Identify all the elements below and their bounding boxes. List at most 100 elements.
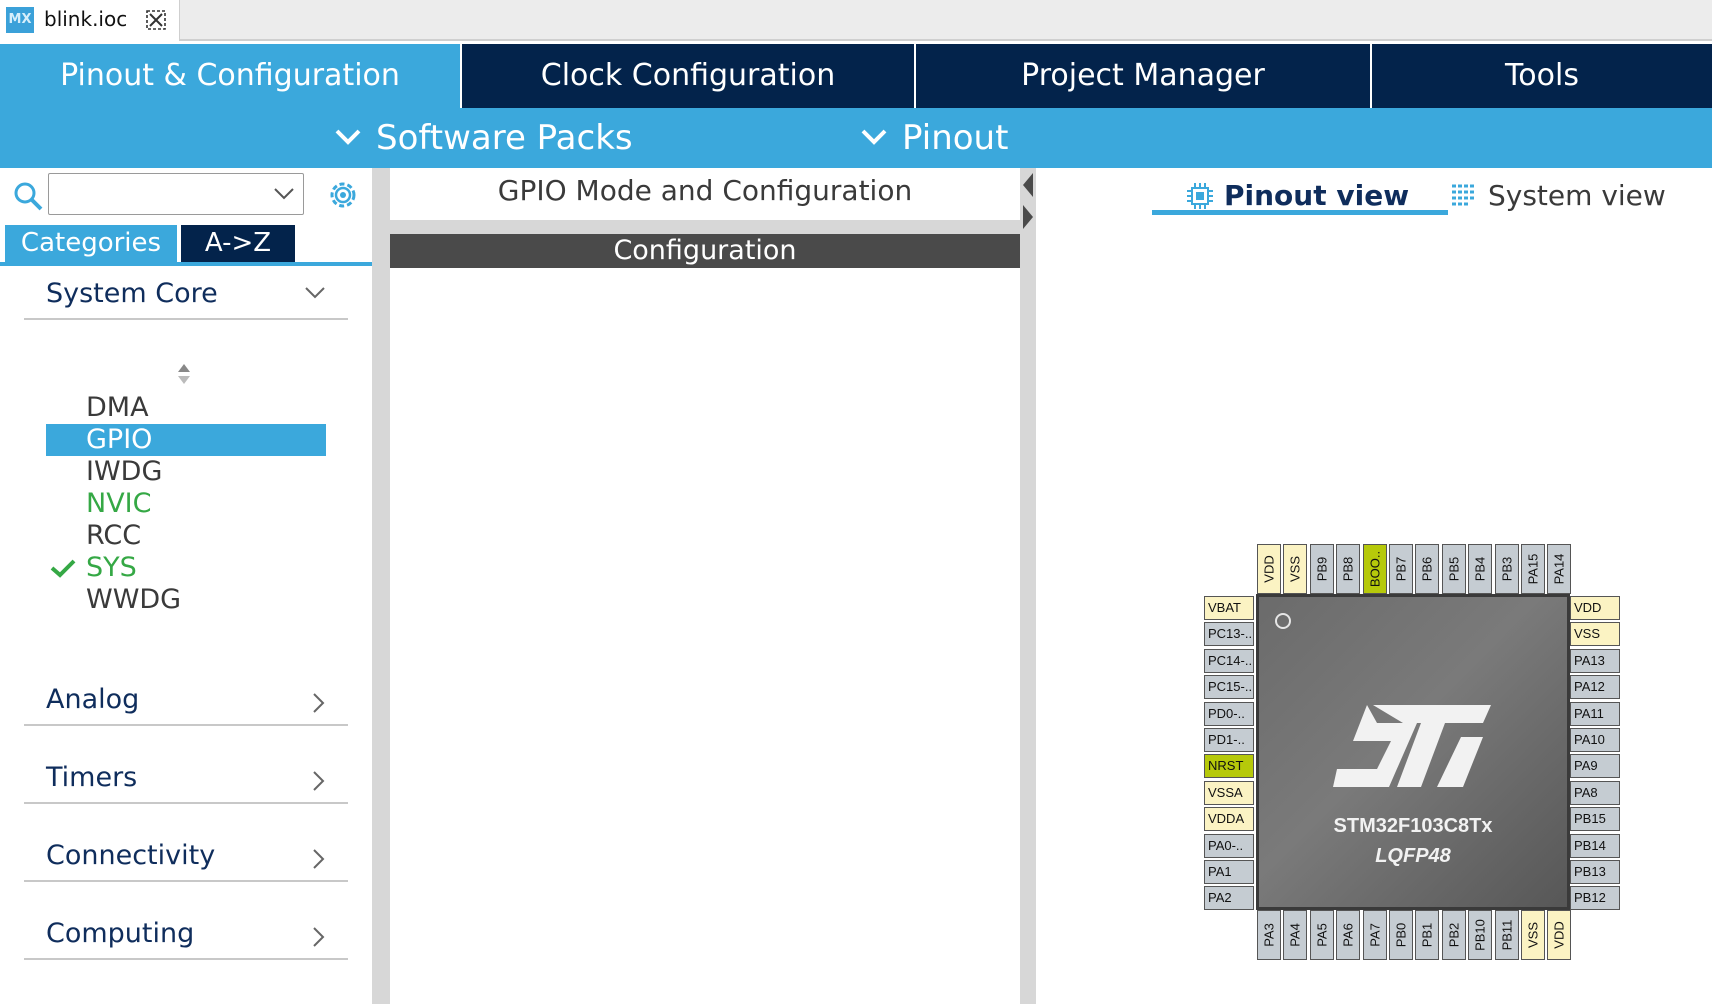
section-label: Connectivity [46, 840, 216, 871]
pin-left-10[interactable]: PA0-.. [1204, 834, 1254, 858]
section-analog[interactable]: Analog [24, 676, 348, 726]
sort-arrows-icon[interactable] [176, 362, 192, 386]
section-label: Computing [46, 918, 195, 949]
tab-tools[interactable]: Tools [1372, 44, 1712, 108]
pin-label: PB5 [1446, 556, 1462, 582]
pin-bottom-10[interactable]: PB11 [1495, 910, 1519, 960]
pin-label: PB8 [1340, 556, 1356, 582]
tab-a-to-z[interactable]: A->Z [181, 225, 295, 262]
pin-top-8[interactable]: PB5 [1442, 544, 1466, 594]
list-icon [1452, 184, 1476, 206]
pin-bottom-11[interactable]: VSS [1521, 910, 1545, 960]
pin-bottom-9[interactable]: PB10 [1468, 910, 1492, 960]
search-icon[interactable] [12, 180, 44, 212]
peripheral-sys[interactable]: SYS [46, 552, 326, 584]
pin-left-4[interactable]: PC15-.. [1204, 675, 1254, 699]
configuration-header: Configuration [390, 234, 1020, 268]
chevron-down-icon[interactable] [273, 186, 295, 202]
pin-right-7[interactable]: PA9 [1570, 754, 1620, 778]
pin-left-7[interactable]: NRST [1204, 754, 1254, 778]
pin-right-8[interactable]: PA8 [1570, 781, 1620, 805]
section-connectivity[interactable]: Connectivity [24, 832, 348, 882]
pin-label: PB6 [1419, 556, 1435, 582]
chevron-right-icon [313, 849, 325, 869]
chip-icon [1187, 183, 1213, 209]
section-system-core[interactable]: System Core [24, 270, 348, 320]
pin-bottom-4[interactable]: PA6 [1336, 910, 1360, 960]
pin-top-7[interactable]: PB6 [1415, 544, 1439, 594]
tab-clock-configuration[interactable]: Clock Configuration [462, 44, 914, 108]
pin-right-10[interactable]: PB14 [1570, 834, 1620, 858]
pin-bottom-7[interactable]: PB1 [1415, 910, 1439, 960]
peripheral-dma[interactable]: DMA [46, 392, 326, 424]
pin-right-12[interactable]: PB12 [1570, 886, 1620, 910]
left-splitter[interactable] [372, 168, 390, 1004]
panel-splitter[interactable] [390, 220, 1020, 234]
pin-left-8[interactable]: VSSA [1204, 781, 1254, 805]
pin-label: VBAT [1208, 600, 1241, 615]
pin-top-1[interactable]: VDD [1257, 544, 1281, 594]
software-packs-menu[interactable]: Software Packs [334, 114, 634, 162]
pin-top-10[interactable]: PB3 [1495, 544, 1519, 594]
pin-top-11[interactable]: PA15 [1521, 544, 1545, 594]
chevron-down-icon [335, 129, 361, 145]
peripheral-nvic[interactable]: NVIC [46, 488, 326, 520]
pin-bottom-6[interactable]: PB0 [1389, 910, 1413, 960]
pin-left-9[interactable]: VDDA [1204, 807, 1254, 831]
tab-categories[interactable]: Categories [5, 225, 177, 262]
pin-left-1[interactable]: VBAT [1204, 596, 1254, 620]
pin-top-2[interactable]: VSS [1283, 544, 1307, 594]
pin-left-5[interactable]: PD0-.. [1204, 702, 1254, 726]
pin-right-2[interactable]: VSS [1570, 622, 1620, 646]
pin-top-12[interactable]: PA14 [1547, 544, 1571, 594]
pin-top-6[interactable]: PB7 [1389, 544, 1413, 594]
pin-right-5[interactable]: PA11 [1570, 702, 1620, 726]
search-input[interactable] [48, 173, 304, 215]
pin-top-4[interactable]: PB8 [1336, 544, 1360, 594]
section-computing[interactable]: Computing [24, 910, 348, 960]
chevron-right-icon [313, 927, 325, 947]
file-tab[interactable]: MX blink.ioc [0, 0, 180, 41]
pinout-menu[interactable]: Pinout [860, 114, 1040, 162]
section-timers[interactable]: Timers [24, 754, 348, 804]
pin-bottom-8[interactable]: PB2 [1442, 910, 1466, 960]
peripheral-gpio[interactable]: GPIO [46, 424, 326, 456]
peripheral-iwdg[interactable]: IWDG [46, 456, 326, 488]
pin-right-9[interactable]: PB15 [1570, 807, 1620, 831]
pin-right-6[interactable]: PA10 [1570, 728, 1620, 752]
pin-bottom-3[interactable]: PA5 [1310, 910, 1334, 960]
pin-right-11[interactable]: PB13 [1570, 860, 1620, 884]
pin-right-3[interactable]: PA13 [1570, 649, 1620, 673]
search-field[interactable] [53, 178, 263, 208]
file-tab-name: blink.ioc [44, 7, 128, 31]
collapse-left-icon[interactable] [1022, 172, 1034, 198]
pin-left-2[interactable]: PC13-.. [1204, 622, 1254, 646]
pin-right-1[interactable]: VDD [1570, 596, 1620, 620]
tab-system-view[interactable]: System view [1450, 176, 1670, 216]
pin-left-3[interactable]: PC14-.. [1204, 649, 1254, 673]
collapse-right-icon[interactable] [1022, 204, 1034, 230]
pin-bottom-5[interactable]: PA7 [1363, 910, 1387, 960]
tab-pinout-configuration[interactable]: Pinout & Configuration [0, 44, 460, 108]
main-tabs: Pinout & Configuration Clock Configurati… [0, 44, 1712, 108]
peripheral-rcc[interactable]: RCC [46, 520, 326, 552]
pin-bottom-2[interactable]: PA4 [1283, 910, 1307, 960]
chip-package: STM32F103C8Tx LQFP48 [1256, 594, 1570, 910]
gear-icon[interactable] [326, 178, 360, 212]
pin-right-4[interactable]: PA12 [1570, 675, 1620, 699]
tab-underline [0, 262, 372, 266]
tab-project-manager[interactable]: Project Manager [916, 44, 1370, 108]
pin-top-5[interactable]: BOO.. [1363, 544, 1387, 594]
pin-top-3[interactable]: PB9 [1310, 544, 1334, 594]
peripheral-wwdg[interactable]: WWDG [46, 584, 326, 616]
close-tab-icon[interactable] [144, 8, 168, 32]
pin-bottom-1[interactable]: PA3 [1257, 910, 1281, 960]
pin-left-12[interactable]: PA2 [1204, 886, 1254, 910]
pin-left-11[interactable]: PA1 [1204, 860, 1254, 884]
pin-label: VDD [1261, 555, 1277, 583]
pin-top-9[interactable]: PB4 [1468, 544, 1492, 594]
pin-left-6[interactable]: PD1-.. [1204, 728, 1254, 752]
pin-bottom-12[interactable]: VDD [1547, 910, 1571, 960]
view-tab-underline [1152, 210, 1448, 215]
right-splitter[interactable] [1020, 168, 1036, 1004]
